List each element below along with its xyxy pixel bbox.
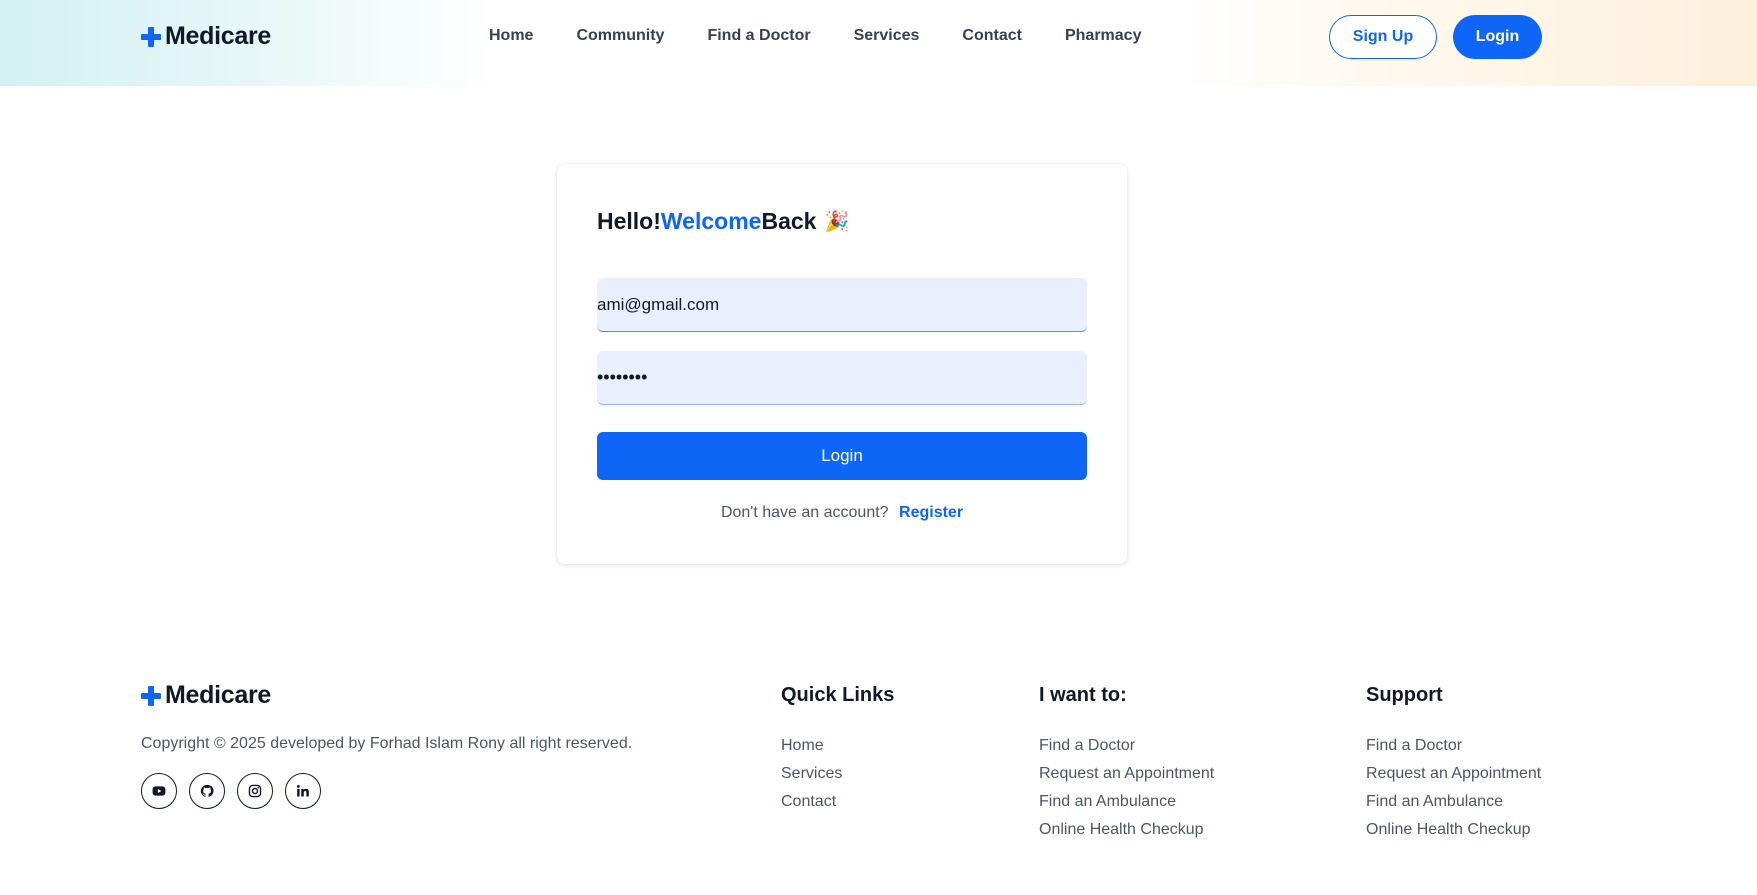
- footer-link-contact[interactable]: Contact: [781, 793, 836, 810]
- list-item: Request an Appointment: [1039, 764, 1214, 792]
- nav-contact[interactable]: Contact: [962, 27, 1022, 45]
- title-hello: Hello!: [597, 208, 661, 234]
- login-title: Hello! Welcome Back 🎉: [597, 208, 849, 235]
- footer-link-find-ambulance[interactable]: Find an Ambulance: [1039, 793, 1176, 810]
- list-item: Find an Ambulance: [1366, 792, 1541, 820]
- support-heading: Support: [1366, 684, 1443, 706]
- list-item: Online Health Checkup: [1366, 820, 1541, 848]
- social-links: [141, 773, 321, 809]
- linkedin-icon[interactable]: [285, 773, 321, 809]
- logo-text: Medicare: [165, 22, 271, 50]
- list-item: Find an Ambulance: [1039, 792, 1214, 820]
- footer-i-want-to: I want to: Find a Doctor Request an Appo…: [1039, 684, 1214, 848]
- list-item: Online Health Checkup: [1039, 820, 1214, 848]
- footer-quick-links: Quick Links Home Services Contact: [781, 684, 894, 820]
- medical-cross-icon: [141, 26, 161, 47]
- footer-logo[interactable]: Medicare: [141, 681, 271, 710]
- site-header: Medicare Home Community Find a Doctor Se…: [0, 0, 1757, 86]
- nav-pharmacy[interactable]: Pharmacy: [1065, 27, 1142, 45]
- footer-support: Support Find a Doctor Request an Appoint…: [1366, 684, 1541, 848]
- main-nav: Home Community Find a Doctor Services Co…: [489, 27, 1184, 45]
- list-item: Home: [781, 736, 894, 764]
- logo-text: Medicare: [165, 681, 271, 709]
- instagram-icon[interactable]: [237, 773, 273, 809]
- login-card: Hello! Welcome Back 🎉 Login Don't have a…: [557, 164, 1127, 564]
- support-link-request-appointment[interactable]: Request an Appointment: [1366, 765, 1541, 782]
- footer-link-request-appointment[interactable]: Request an Appointment: [1039, 765, 1214, 782]
- title-back: Back: [761, 208, 817, 234]
- quick-links-heading: Quick Links: [781, 684, 895, 706]
- password-field[interactable]: [597, 351, 1087, 405]
- footer-link-find-doctor[interactable]: Find a Doctor: [1039, 737, 1135, 754]
- list-item: Find a Doctor: [1039, 736, 1214, 764]
- list-item: Find a Doctor: [1366, 736, 1541, 764]
- nav-home[interactable]: Home: [489, 27, 533, 45]
- footer-link-services[interactable]: Services: [781, 765, 842, 782]
- list-item: Request an Appointment: [1366, 764, 1541, 792]
- header-logo[interactable]: Medicare: [141, 22, 271, 51]
- nav-find-a-doctor[interactable]: Find a Doctor: [707, 27, 810, 45]
- nav-community[interactable]: Community: [576, 27, 664, 45]
- youtube-icon[interactable]: [141, 773, 177, 809]
- party-popper-icon: 🎉: [824, 211, 850, 233]
- login-submit-button[interactable]: Login: [597, 432, 1087, 480]
- medical-cross-icon: [141, 685, 161, 706]
- email-field[interactable]: [597, 278, 1087, 332]
- register-link[interactable]: Register: [899, 504, 963, 521]
- i-want-to-heading: I want to:: [1039, 684, 1127, 706]
- no-account-text: Don't have an account?: [720, 504, 889, 521]
- copyright-text: Copyright © 2025 developed by Forhad Isl…: [141, 735, 633, 752]
- support-link-find-ambulance[interactable]: Find an Ambulance: [1366, 793, 1503, 810]
- list-item: Services: [781, 764, 894, 792]
- signup-button[interactable]: Sign Up: [1329, 15, 1437, 59]
- github-icon[interactable]: [189, 773, 225, 809]
- support-link-health-checkup[interactable]: Online Health Checkup: [1366, 821, 1531, 838]
- register-prompt: Don't have an account? Register: [557, 504, 1127, 522]
- header-login-button[interactable]: Login: [1453, 15, 1542, 59]
- support-link-find-doctor[interactable]: Find a Doctor: [1366, 737, 1462, 754]
- footer-link-home[interactable]: Home: [781, 737, 824, 754]
- nav-services[interactable]: Services: [854, 27, 920, 45]
- title-welcome: Welcome: [660, 208, 762, 234]
- footer-link-health-checkup[interactable]: Online Health Checkup: [1039, 821, 1204, 838]
- list-item: Contact: [781, 792, 894, 820]
